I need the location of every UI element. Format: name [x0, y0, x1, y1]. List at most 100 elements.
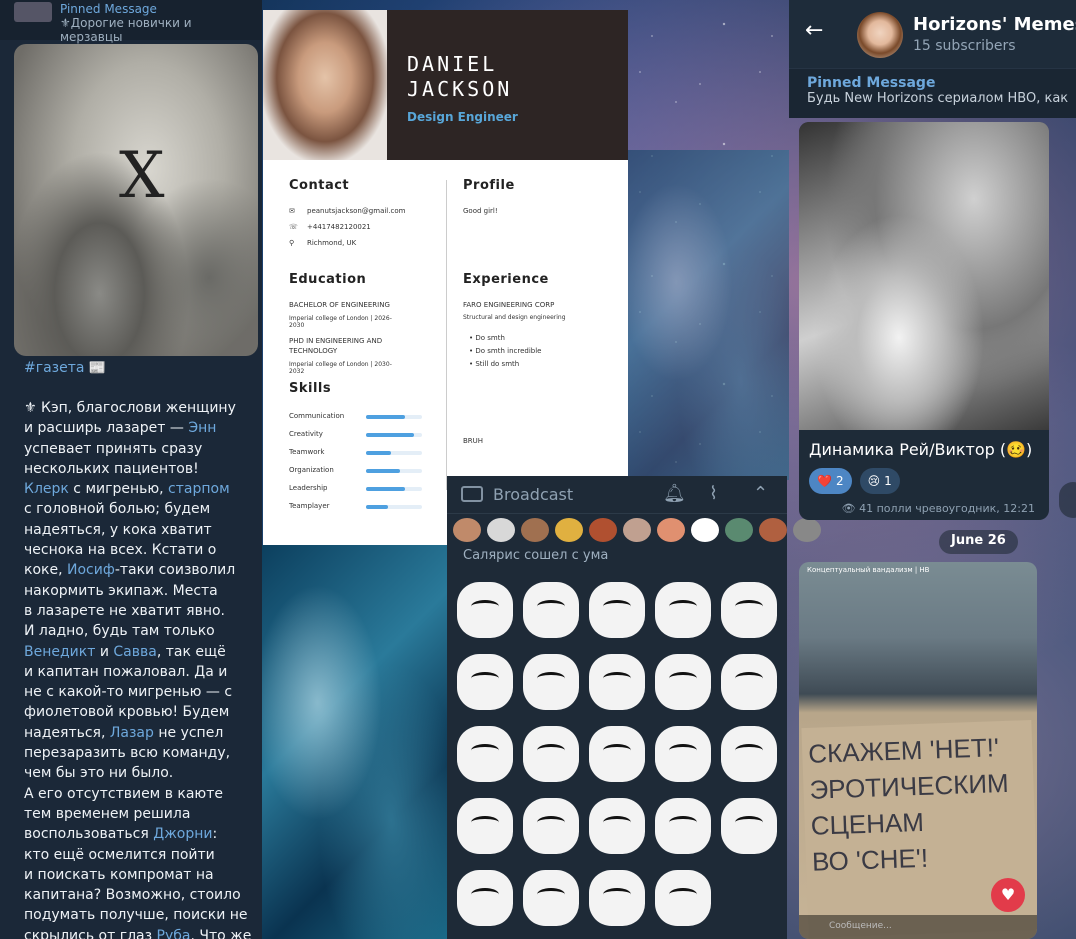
sticker-item[interactable] [655, 870, 711, 926]
sticker-item[interactable] [457, 582, 513, 638]
skill-name: Teamwork [289, 448, 325, 456]
resume-name: DANIEL JACKSON [407, 52, 513, 101]
mention-link[interactable]: Иосиф [67, 562, 115, 578]
exp-desc: Structural and design engineering [463, 314, 566, 321]
sticker-item[interactable] [457, 870, 513, 926]
sticker-pack-thumb[interactable] [487, 518, 515, 542]
edu-degree-2: PHD IN ENGINEERING AND TECHNOLOGY [289, 337, 383, 355]
sticker-item[interactable] [721, 726, 777, 782]
broadcast-input[interactable]: Broadcast [493, 485, 573, 504]
sticker-item[interactable] [457, 798, 513, 854]
exp-item: • Do smth incredible [469, 347, 542, 355]
sticker-item[interactable] [655, 582, 711, 638]
channel-panel: ← Horizons' Memes 15 subscribers Pinned … [789, 0, 1076, 939]
hashtag-link[interactable]: #газета 📰 [24, 360, 106, 376]
channel-header: ← Horizons' Memes 15 subscribers [789, 0, 1076, 68]
chevron-up-icon[interactable]: ⌃ [753, 483, 768, 504]
mention-link[interactable]: Савва [113, 644, 156, 660]
sticker-item[interactable] [655, 654, 711, 710]
sticker-item[interactable] [655, 726, 711, 782]
sticker-pack-thumb[interactable] [589, 518, 617, 542]
reaction-emoji: 😢 [867, 474, 881, 488]
author-time: полли чревоугодник, 12:21 [876, 502, 1035, 515]
sticker-item[interactable] [589, 726, 645, 782]
sticker-pack-thumb[interactable] [657, 518, 685, 542]
sticker-item[interactable] [457, 726, 513, 782]
sticker-item[interactable] [721, 798, 777, 854]
pinned-message-bar[interactable]: Pinned Message Будь New Horizons сериало… [789, 68, 1076, 118]
edu-degree-1: BACHELOR OF ENGINEERING [289, 301, 390, 309]
message-bubble[interactable]: Динамика Рей/Виктор (🥴) ❤️ 2 😢 1 👁︎ 41 п… [799, 122, 1049, 520]
mention-link[interactable]: Лазар [110, 725, 154, 741]
reaction-count: 1 [884, 474, 892, 488]
phone-icon: ☏ [289, 223, 298, 231]
profile-heading: Profile [463, 178, 515, 193]
edu-place-1: Imperial college of London | 2026- 2030 [289, 315, 392, 329]
post-photo[interactable]: X [14, 44, 258, 356]
mention-link[interactable]: Джорни [153, 826, 212, 842]
sticker-pack-thumb[interactable] [623, 518, 651, 542]
sticker-item[interactable] [721, 654, 777, 710]
skill-bar-fill [366, 451, 392, 455]
mention-link[interactable]: Энн [188, 420, 216, 436]
contact-location: Richmond, UK [307, 239, 357, 247]
sticker-pack-thumb[interactable] [521, 518, 549, 542]
story-reply-bar[interactable]: Сообщение... [799, 915, 1037, 939]
column-divider [446, 180, 447, 490]
skill-name: Teamplayer [289, 502, 330, 510]
post-text-segment: не успел перезаразить всю команду, чем б… [24, 724, 231, 843]
skill-bar-fill [366, 433, 414, 437]
sticker-item[interactable] [523, 870, 579, 926]
message-photo[interactable] [799, 122, 1049, 430]
sticker-pack-thumb[interactable] [759, 518, 787, 542]
sticker-item[interactable] [523, 654, 579, 710]
sticker-item[interactable] [721, 582, 777, 638]
reaction-cry[interactable]: 😢 1 [859, 468, 900, 494]
skill-name: Leadership [289, 484, 328, 492]
mention-link[interactable]: старпом [168, 481, 230, 497]
skill-bar-fill [366, 505, 389, 509]
attach-icon[interactable]: ⌇ [709, 483, 718, 504]
skill-bar-fill [366, 487, 406, 491]
pinned-bar[interactable]: Pinned Message ⚜Дорогие новички и мерзав… [0, 0, 262, 44]
sticker-item[interactable] [589, 798, 645, 854]
resume-role: Design Engineer [407, 110, 518, 124]
sticker-item[interactable] [589, 582, 645, 638]
sticker-item[interactable] [523, 726, 579, 782]
edu-place-2: Imperial college of London | 2030- 2032 [289, 361, 392, 375]
sticker-pack-title: Салярис сошел с ума [463, 548, 609, 563]
mention-link[interactable]: Руба [157, 928, 191, 939]
forward-source[interactable]: Концептуальный вандализм | НВ [807, 566, 930, 574]
sticker-item[interactable] [589, 870, 645, 926]
skill-bar-fill [366, 469, 400, 473]
sticker-pack-thumb[interactable] [555, 518, 583, 542]
reaction-heart[interactable]: ❤️ 2 [809, 468, 852, 494]
skill-bar [366, 415, 422, 419]
sticker-item[interactable] [523, 582, 579, 638]
photo-message[interactable]: Концептуальный вандализм | НВ СКАЖЕМ 'НЕ… [799, 562, 1037, 939]
sticker-pack-thumb[interactable] [725, 518, 753, 542]
sticker-pack-thumb[interactable] [453, 518, 481, 542]
sticker-item[interactable] [523, 798, 579, 854]
pinned-text: Будь New Horizons сериалом HBO, как [807, 91, 1069, 106]
exp-company: FARO ENGINEERING CORP [463, 301, 555, 309]
sticker-item[interactable] [457, 654, 513, 710]
mention-link[interactable]: Венедикт [24, 644, 95, 660]
map-x-mark: X [119, 139, 165, 213]
bell-icon[interactable]: 🔔︎ [663, 483, 686, 504]
sticker-pack-row [447, 514, 821, 546]
like-heart-icon[interactable]: ♥ [991, 878, 1025, 912]
channel-title[interactable]: Horizons' Memes [913, 14, 1076, 35]
mention-link[interactable]: Клерк [24, 481, 69, 497]
share-button[interactable] [1059, 482, 1076, 518]
reaction-count: 2 [835, 474, 844, 488]
channel-avatar[interactable] [857, 12, 903, 58]
sticker-item[interactable] [655, 798, 711, 854]
contact-email: peanutsjackson@gmail.com [307, 207, 406, 215]
back-arrow-icon[interactable]: ← [805, 18, 823, 43]
message-meta: 👁︎ 41 полли чревоугодник, 12:21 [842, 502, 1035, 515]
location-icon: ⚲ [289, 239, 295, 247]
sticker-item[interactable] [589, 654, 645, 710]
sticker-pack-thumb[interactable] [691, 518, 719, 542]
keyboard-icon[interactable] [461, 486, 483, 502]
